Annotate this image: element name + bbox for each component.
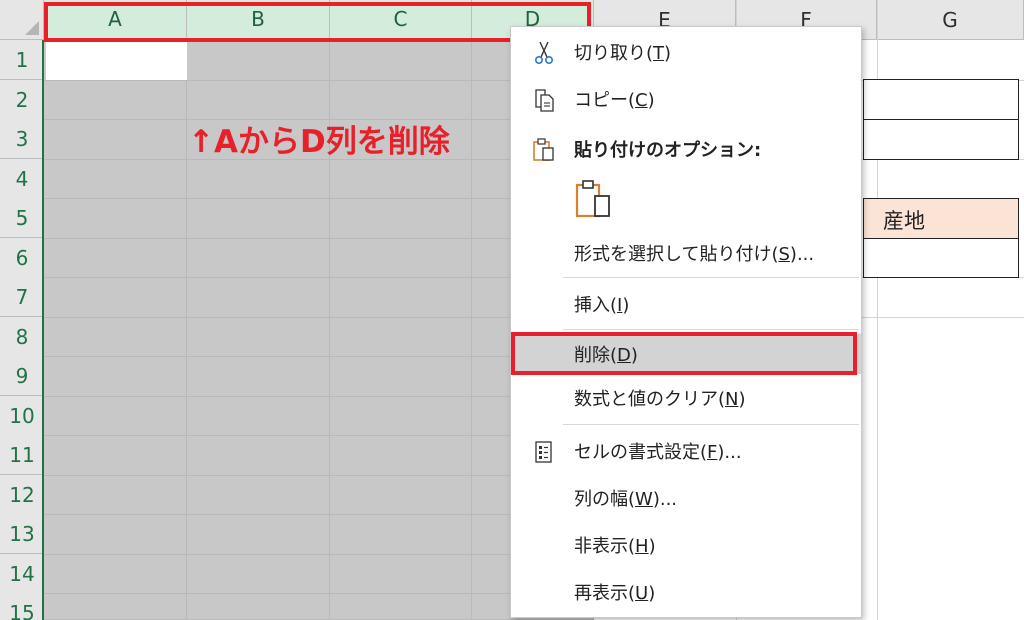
menu-item-paste-special[interactable]: 形式を選択して貼り付け(S)...: [511, 233, 861, 273]
menu-item-hide-label: 非表示(H): [574, 536, 656, 557]
menu-item-paste-options-label: 貼り付けのオプション:: [574, 140, 762, 161]
context-menu: 切り取り(T) コピー(C) 貼り付けのオプション: 形式を選択して貼り付け(S…: [510, 26, 862, 618]
menu-item-format-cells-label: セルの書式設定(F)...: [574, 442, 742, 463]
menu-separator: [563, 277, 859, 278]
select-all-corner[interactable]: [0, 0, 44, 40]
cell-g2[interactable]: [863, 79, 1019, 120]
row-header-11[interactable]: 11: [0, 435, 44, 475]
menu-item-column-width-label: 列の幅(W)...: [574, 489, 678, 510]
row-header-10[interactable]: 10: [0, 396, 44, 436]
row-header-4[interactable]: 4: [0, 159, 44, 199]
row-header-6[interactable]: 6: [0, 238, 44, 278]
column-header-g[interactable]: G: [877, 0, 1024, 40]
delete-highlight-box: [511, 332, 857, 375]
copy-icon: [535, 89, 554, 112]
menu-item-cut[interactable]: 切り取り(T): [511, 32, 861, 72]
row-header-8[interactable]: 8: [0, 317, 44, 357]
menu-item-clear-contents-label: 数式と値のクリア(N): [574, 389, 746, 410]
menu-item-copy-label: コピー(C): [574, 90, 655, 111]
menu-item-copy[interactable]: コピー(C): [511, 79, 861, 119]
row-header-9[interactable]: 9: [0, 356, 44, 396]
menu-item-unhide-label: 再表示(U): [574, 583, 656, 604]
row-header-3[interactable]: 3: [0, 119, 44, 159]
cell-g5[interactable]: 産地: [863, 198, 1019, 239]
row-header-12[interactable]: 12: [0, 475, 44, 515]
row-header-14[interactable]: 14: [0, 554, 44, 594]
menu-item-hide[interactable]: 非表示(H): [511, 525, 861, 565]
menu-item-cut-label: 切り取り(T): [574, 43, 672, 64]
select-all-triangle-icon: [25, 21, 39, 35]
paste-clipboard-icon[interactable]: [574, 178, 614, 220]
cell-g6[interactable]: [863, 238, 1019, 278]
active-cell-a1[interactable]: [46, 41, 187, 80]
columns-a-d-highlight-box: [44, 2, 591, 42]
row-header-2[interactable]: 2: [0, 80, 44, 120]
menu-item-insert-label: 挿入(I): [574, 295, 630, 316]
row-header-13[interactable]: 13: [0, 514, 44, 554]
cell-g5-text: 産地: [883, 209, 925, 233]
column-a-cells[interactable]: [44, 40, 187, 620]
menu-item-format-cells[interactable]: セルの書式設定(F)...: [511, 431, 861, 471]
cell-g3[interactable]: [863, 119, 1019, 160]
row-header-1[interactable]: 1: [0, 40, 44, 80]
menu-item-unhide[interactable]: 再表示(U): [511, 572, 861, 612]
row-header-15[interactable]: 15: [0, 593, 44, 620]
format-cells-icon: [535, 441, 552, 463]
scissors-icon: [535, 41, 554, 64]
clipboard-icon: [533, 138, 554, 161]
menu-item-clear-contents[interactable]: 数式と値のクリア(N): [511, 378, 861, 418]
menu-item-paste-special-label: 形式を選択して貼り付け(S)...: [574, 244, 815, 265]
menu-separator: [563, 329, 859, 330]
menu-item-column-width[interactable]: 列の幅(W)...: [511, 478, 861, 518]
menu-separator: [563, 424, 859, 425]
row-header-5[interactable]: 5: [0, 198, 44, 238]
delete-columns-annotation: ↑AからD列を削除: [188, 124, 450, 160]
menu-item-insert[interactable]: 挿入(I): [511, 284, 861, 324]
row-header-7[interactable]: 7: [0, 277, 44, 317]
menu-item-paste-options: 貼り付けのオプション:: [511, 129, 861, 169]
